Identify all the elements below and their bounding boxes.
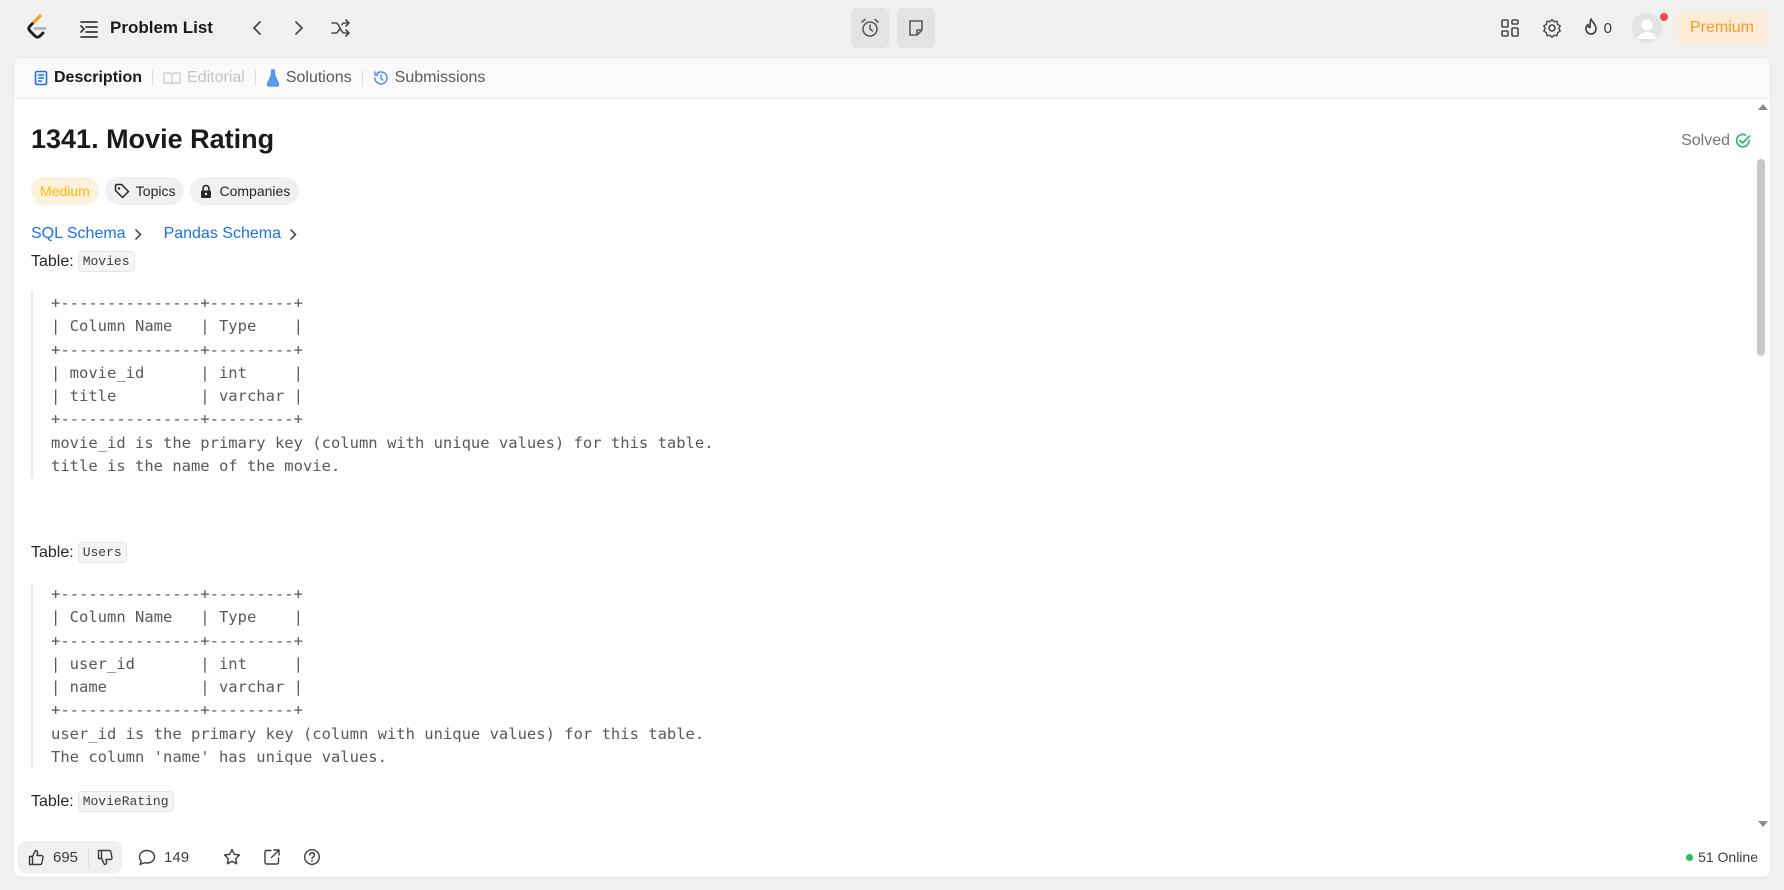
problem-tags: Medium Topics Companies	[31, 177, 300, 205]
dislike-button[interactable]	[89, 849, 122, 866]
notification-dot	[1660, 13, 1668, 21]
online-count: 51 Online	[1698, 849, 1758, 865]
comment-count: 149	[164, 848, 190, 866]
scroll-down-arrow-icon[interactable]	[1758, 821, 1768, 827]
user-avatar-icon	[1631, 13, 1662, 43]
companies-label: Companies	[219, 183, 291, 199]
random-problem-button[interactable]	[325, 12, 357, 44]
comment-icon	[138, 849, 156, 865]
panel-tabs: Description Editorial Solutions Submissi…	[14, 58, 1770, 99]
table-label: Table: MovieRating	[31, 791, 174, 812]
note-icon	[909, 20, 923, 36]
next-problem-button[interactable]	[283, 12, 315, 44]
schema-links: SQL Schema Pandas Schema	[31, 225, 297, 243]
problem-list-icon[interactable]	[78, 17, 100, 39]
document-icon	[34, 70, 48, 86]
problem-list-title[interactable]: Problem List	[110, 18, 213, 38]
chevron-left-icon	[253, 21, 261, 35]
sql-schema-link[interactable]: SQL Schema	[31, 225, 142, 243]
table-label-text: Table:	[31, 792, 74, 810]
bottom-action-bar: 695 149 51 Online	[14, 837, 1770, 877]
online-dot	[1686, 853, 1694, 861]
favorite-button[interactable]	[223, 848, 241, 866]
tab-submissions[interactable]: Submissions	[367, 69, 492, 87]
difficulty-badge: Medium	[31, 177, 99, 205]
star-icon	[223, 848, 241, 865]
comments-button[interactable]: 149	[138, 849, 189, 866]
topics-button[interactable]: Topics	[104, 177, 185, 205]
solved-label: Solved	[1681, 132, 1730, 149]
top-navbar: Problem List 0 Premium	[0, 0, 1784, 56]
streak-counter[interactable]: 0	[1582, 18, 1612, 38]
tab-description[interactable]: Description	[28, 69, 148, 87]
scroll-up-arrow-icon[interactable]	[1758, 104, 1768, 110]
tab-editorial[interactable]: Editorial	[157, 69, 251, 87]
leetcode-logo-icon[interactable]	[24, 14, 50, 42]
user-avatar[interactable]	[1631, 13, 1662, 43]
tab-editorial-label: Editorial	[187, 69, 245, 86]
like-count: 695	[53, 848, 79, 866]
fire-icon	[1584, 18, 1597, 35]
thumbs-up-icon	[28, 849, 44, 865]
streak-count: 0	[1603, 19, 1612, 37]
tab-divider	[361, 70, 363, 86]
tab-divider	[152, 70, 154, 86]
history-icon	[373, 71, 388, 85]
gear-icon	[1542, 18, 1561, 38]
share-button[interactable]	[263, 848, 281, 866]
chevron-right-icon	[295, 21, 303, 35]
table-name: MovieRating	[77, 791, 174, 812]
like-button[interactable]: 695	[18, 849, 88, 866]
tab-divider	[254, 70, 256, 86]
table-label-text: Table:	[31, 543, 74, 561]
table-schema-block: +---------------+---------+ | Column Nam…	[31, 292, 714, 479]
external-link-icon	[264, 849, 280, 865]
pandas-schema-link[interactable]: Pandas Schema	[164, 225, 297, 243]
chevron-right-icon	[289, 228, 297, 240]
tab-solutions-label: Solutions	[285, 69, 352, 86]
check-circle-icon	[1735, 133, 1751, 148]
help-button[interactable]	[303, 848, 321, 866]
thumbs-down-icon	[97, 849, 113, 865]
chevron-right-icon	[134, 228, 142, 240]
alarm-clock-icon	[861, 18, 879, 37]
tab-description-label: Description	[54, 69, 143, 86]
settings-button[interactable]	[1536, 12, 1568, 44]
scrollbar[interactable]	[1756, 99, 1766, 839]
online-indicator: 51 Online	[1686, 849, 1758, 865]
vote-group: 695	[18, 841, 123, 873]
flask-icon	[266, 69, 279, 87]
description-panel: Description Editorial Solutions Submissi…	[13, 57, 1771, 878]
scrollbar-thumb[interactable]	[1757, 159, 1765, 356]
layout-grid-icon	[1500, 19, 1519, 37]
solved-status: Solved	[1681, 132, 1751, 150]
lock-icon	[201, 184, 212, 198]
problem-description: 1341. Movie Rating Solved Medium Topics	[31, 99, 1751, 839]
table-label: Table: Movies	[31, 251, 135, 272]
premium-button[interactable]: Premium	[1675, 11, 1768, 45]
table-name: Movies	[77, 251, 135, 272]
notes-button[interactable]	[897, 8, 935, 48]
tab-submissions-label: Submissions	[394, 69, 486, 86]
tag-icon	[114, 183, 130, 199]
topics-label: Topics	[135, 183, 176, 199]
table-name: Users	[77, 542, 127, 563]
table-label: Table: Users	[31, 542, 127, 563]
shuffle-icon	[331, 19, 350, 37]
table-label-text: Table:	[31, 252, 74, 270]
sql-schema-label: SQL Schema	[31, 225, 126, 242]
table-schema-block: +---------------+---------+ | Column Nam…	[31, 583, 704, 770]
prev-problem-button[interactable]	[241, 12, 273, 44]
help-circle-icon	[304, 848, 321, 866]
companies-button[interactable]: Companies	[190, 177, 300, 205]
pandas-schema-label: Pandas Schema	[163, 225, 281, 242]
timer-button[interactable]	[851, 8, 889, 48]
book-icon	[163, 72, 181, 85]
layout-button[interactable]	[1494, 12, 1526, 44]
tab-solutions[interactable]: Solutions	[260, 69, 358, 87]
problem-title[interactable]: 1341. Movie Rating	[31, 124, 274, 155]
